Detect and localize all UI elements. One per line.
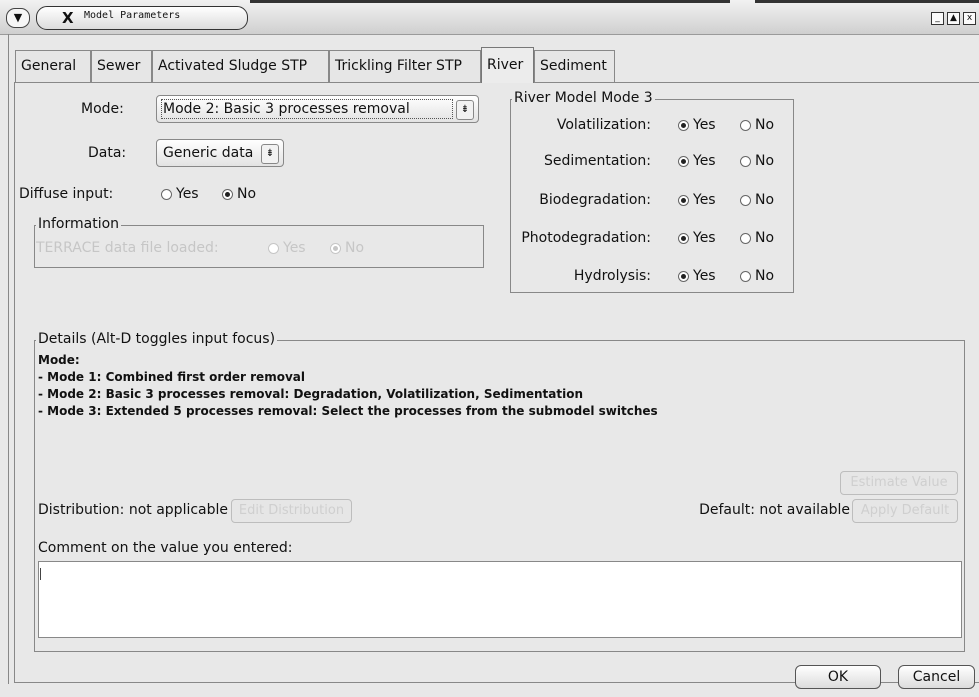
details-line: - Mode 2: Basic 3 processes removal: Deg… bbox=[38, 387, 583, 401]
comment-label: Comment on the value you entered: bbox=[38, 540, 293, 556]
mode-select[interactable]: Mode 2: Basic 3 processes removal ⇟ bbox=[156, 95, 479, 123]
radio-icon bbox=[678, 155, 689, 167]
data-label: Data: bbox=[88, 145, 127, 161]
volatilization-no-radio[interactable]: No bbox=[740, 117, 774, 133]
biodegradation-yes-radio[interactable]: Yes bbox=[678, 192, 716, 208]
data-select[interactable]: Generic data ⇟ bbox=[156, 139, 284, 167]
cancel-button[interactable]: Cancel bbox=[898, 665, 975, 689]
diffuse-no-radio[interactable]: No bbox=[222, 186, 256, 202]
maximize-icon[interactable]: ▲ bbox=[947, 12, 960, 25]
radio-icon bbox=[678, 270, 689, 282]
volatilization-label: Volatilization: bbox=[556, 117, 651, 133]
terrace-data-label: TERRACE data file loaded: bbox=[36, 240, 219, 256]
distribution-text: Distribution: not applicable bbox=[38, 502, 229, 518]
radio-label: Yes bbox=[693, 230, 716, 246]
hydrolysis-label: Hydrolysis: bbox=[573, 268, 651, 284]
radio-icon bbox=[740, 119, 751, 131]
details-line: - Mode 3: Extended 5 processes removal: … bbox=[38, 404, 658, 418]
sedimentation-yes-radio[interactable]: Yes bbox=[678, 153, 716, 169]
chevron-down-icon: ⇟ bbox=[456, 100, 474, 120]
radio-label: No bbox=[237, 186, 257, 202]
mode-label: Mode: bbox=[81, 101, 124, 117]
tab-river[interactable]: River bbox=[481, 47, 534, 83]
radio-icon bbox=[740, 194, 751, 206]
radio-icon bbox=[740, 232, 751, 244]
terrace-yes-radio: Yes bbox=[268, 240, 306, 256]
text-caret bbox=[40, 568, 41, 580]
radio-label: No bbox=[755, 230, 775, 246]
default-text: Default: not available bbox=[699, 502, 850, 518]
radio-label: Yes bbox=[693, 268, 716, 284]
edit-distribution-button: Edit Distribution bbox=[231, 499, 352, 523]
radio-icon bbox=[740, 155, 751, 167]
radio-icon bbox=[161, 188, 172, 200]
tab-trickling-filter-stp[interactable]: Trickling Filter STP bbox=[329, 50, 481, 82]
photodegradation-no-radio[interactable]: No bbox=[740, 230, 774, 246]
volatilization-yes-radio[interactable]: Yes bbox=[678, 117, 716, 133]
photodegradation-label: Photodegradation: bbox=[521, 230, 651, 246]
data-select-value: Generic data bbox=[163, 145, 254, 161]
information-group-title: Information bbox=[36, 216, 122, 232]
close-icon[interactable]: x bbox=[963, 12, 976, 25]
chevron-down-icon: ⇟ bbox=[261, 144, 279, 164]
diffuse-yes-radio[interactable]: Yes bbox=[161, 186, 199, 202]
tab-general[interactable]: General bbox=[15, 50, 91, 82]
radio-label: Yes bbox=[693, 192, 716, 208]
hydrolysis-yes-radio[interactable]: Yes bbox=[678, 268, 716, 284]
tab-sediment[interactable]: Sediment bbox=[534, 50, 615, 82]
window-menu-icon[interactable]: ▼ bbox=[6, 8, 30, 28]
biodegradation-label: Biodegradation: bbox=[539, 192, 651, 208]
photodegradation-yes-radio[interactable]: Yes bbox=[678, 230, 716, 246]
comment-textarea[interactable] bbox=[38, 561, 962, 638]
details-line: Mode: bbox=[38, 353, 80, 367]
details-line: - Mode 1: Combined first order removal bbox=[38, 370, 305, 384]
radio-label: Yes bbox=[176, 186, 199, 202]
sedimentation-label: Sedimentation: bbox=[543, 153, 651, 169]
title-bar-divider bbox=[250, 0, 730, 3]
biodegradation-no-radio[interactable]: No bbox=[740, 192, 774, 208]
title-bar-divider bbox=[755, 0, 979, 3]
radio-label: Yes bbox=[693, 117, 716, 133]
details-group-title: Details (Alt-D toggles input focus) bbox=[36, 331, 278, 347]
terrace-no-radio: No bbox=[330, 240, 364, 256]
radio-icon bbox=[678, 232, 689, 244]
radio-icon bbox=[678, 194, 689, 206]
hydrolysis-no-radio[interactable]: No bbox=[740, 268, 774, 284]
estimate-value-button: Estimate Value bbox=[840, 471, 958, 495]
minimize-icon[interactable]: _ bbox=[931, 12, 944, 25]
radio-icon bbox=[740, 270, 751, 282]
river-model-group-title: River Model Mode 3 bbox=[512, 90, 655, 106]
apply-default-button: Apply Default bbox=[852, 499, 958, 523]
radio-label: No bbox=[345, 240, 365, 256]
radio-label: Yes bbox=[693, 153, 716, 169]
radio-icon bbox=[268, 242, 279, 254]
ok-button[interactable]: OK bbox=[795, 665, 881, 689]
radio-label: Yes bbox=[283, 240, 306, 256]
window-title: Model Parameters bbox=[84, 10, 181, 21]
radio-label: No bbox=[755, 268, 775, 284]
radio-label: No bbox=[755, 153, 775, 169]
radio-label: No bbox=[755, 117, 775, 133]
sedimentation-no-radio[interactable]: No bbox=[740, 153, 774, 169]
radio-label: No bbox=[755, 192, 775, 208]
radio-icon bbox=[330, 242, 341, 254]
diffuse-input-label: Diffuse input: bbox=[19, 186, 114, 202]
mode-select-value: Mode 2: Basic 3 processes removal bbox=[163, 101, 410, 117]
radio-icon bbox=[222, 188, 233, 200]
app-logo-icon: X bbox=[62, 9, 74, 27]
tab-sewer[interactable]: Sewer bbox=[91, 50, 152, 82]
radio-icon bbox=[678, 119, 689, 131]
tab-activated-sludge-stp[interactable]: Activated Sludge STP bbox=[152, 50, 329, 82]
